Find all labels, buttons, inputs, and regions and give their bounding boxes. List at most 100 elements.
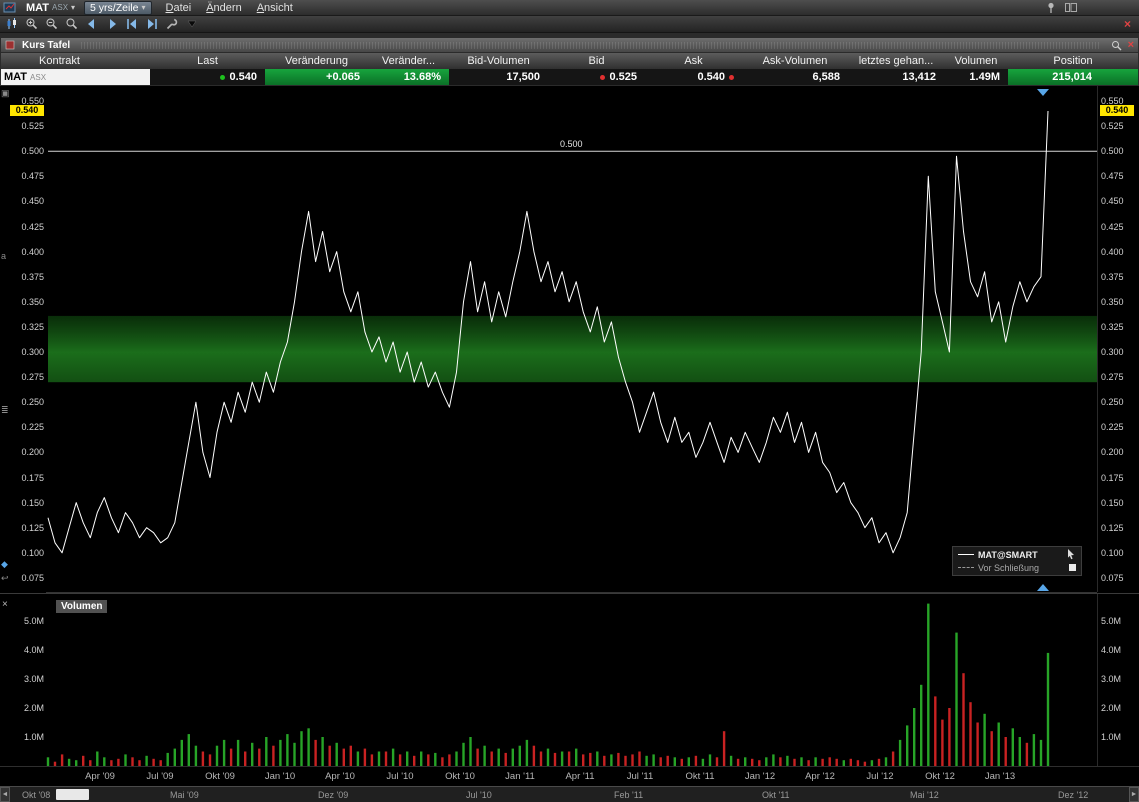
time-axis-label: Jul '11	[627, 771, 653, 782]
text-tool-icon[interactable]: a	[1, 251, 6, 261]
price-axis-tick: 0.275	[10, 372, 44, 382]
cursor-icon	[1067, 549, 1076, 560]
page-start-icon[interactable]	[123, 17, 140, 32]
panel-header[interactable]: Kurs Tafel ×	[1, 38, 1138, 52]
symbol-dropdown[interactable]: MAT ASX ▾	[21, 1, 80, 15]
panel-close-icon[interactable]: ×	[1128, 39, 1134, 51]
volume-axis-tick: 5.0M	[1101, 616, 1135, 626]
column-header-volumen[interactable]: Volumen	[944, 53, 1008, 69]
scrollbar-time-label: Okt '08	[22, 790, 50, 800]
legend-series-prev-close[interactable]: Vor Schließung	[958, 562, 1076, 573]
time-axis-label: Jul '10	[386, 771, 413, 782]
time-axis-label: Jan '10	[265, 771, 295, 782]
time-axis-label: Apr '12	[805, 771, 835, 782]
price-axis-tick: 0.400	[1101, 247, 1135, 257]
price-axis-tick: 0.225	[10, 422, 44, 432]
close-volume-icon[interactable]: ×	[2, 599, 8, 610]
last-price-tag-right: 0.540	[1100, 105, 1134, 116]
search-icon[interactable]	[63, 17, 80, 32]
menu-item-ansicht[interactable]: Ansicht	[257, 2, 293, 14]
price-axis-tick: 0.425	[1101, 222, 1135, 232]
panel-search-icon[interactable]	[1111, 40, 1123, 51]
scrollbar-time-label: Mai '12	[910, 790, 939, 800]
volume-axis-tick: 4.0M	[1101, 645, 1135, 655]
menu-bar: MAT ASX ▾ 5 yrs/Zeile ▾ Datei Ändern Ansic…	[0, 0, 1139, 16]
dashed-line-sample-icon	[958, 567, 974, 568]
scrollbar-time-label: Dez '09	[318, 790, 348, 800]
close-icon[interactable]: ×	[1124, 17, 1136, 32]
time-scrollbar[interactable]: ◄ ► Okt '08Mai '09Dez '09Jul '10Feb '11O…	[0, 786, 1139, 802]
scrollbar-time-label: Jul '10	[466, 790, 492, 800]
contract-cell[interactable]: MAT ASX	[1, 69, 150, 85]
scroll-left-icon[interactable]: ◄	[0, 787, 10, 802]
quote-table-header: KontraktLastVeränderungVeränder...Bid-Vo…	[1, 53, 1138, 69]
link-tool-icon[interactable]: ◆	[1, 559, 8, 569]
pan-left-icon[interactable]	[83, 17, 100, 32]
menu-item-datei[interactable]: Datei	[166, 2, 192, 14]
menu-item-ndern[interactable]: Ändern	[206, 2, 241, 14]
layout-icon[interactable]	[1064, 1, 1078, 14]
time-axis-label: Apr '10	[325, 771, 355, 782]
column-header-ver-nderung[interactable]: Veränderung	[265, 53, 368, 69]
volume-plot[interactable]	[0, 594, 1139, 767]
chart-toolbar: ×	[0, 16, 1139, 33]
volume-axis-tick: 2.0M	[1101, 703, 1135, 713]
panel-grip[interactable]	[81, 42, 1099, 49]
ask-volume-cell: 6,588	[742, 69, 848, 85]
column-header-letztes-gehan-[interactable]: letztes gehan...	[848, 53, 944, 69]
time-axis-label: Jan '12	[745, 771, 775, 782]
price-axis-tick: 0.500	[1101, 146, 1135, 156]
chart-type-icon[interactable]	[3, 17, 20, 32]
settings-wrench-icon[interactable]	[163, 17, 180, 32]
price-axis-tick: 0.475	[10, 171, 44, 181]
volume-axis-tick: 5.0M	[10, 616, 44, 626]
scroll-right-icon[interactable]: ►	[1129, 787, 1139, 802]
frame-tool-icon[interactable]: ▣	[1, 88, 10, 98]
column-header-ver-nder-[interactable]: Veränder...	[368, 53, 449, 69]
column-header-bid[interactable]: Bid	[548, 53, 645, 69]
price-axis-tick: 0.150	[10, 498, 44, 508]
price-axis-tick: 0.300	[10, 347, 44, 357]
scrollbar-time-label: Dez '12	[1058, 790, 1088, 800]
column-header-ask-volumen[interactable]: Ask-Volumen	[742, 53, 848, 69]
zoom-in-icon[interactable]	[23, 17, 40, 32]
price-axis-tick: 0.100	[1101, 548, 1135, 558]
time-axis-label: Okt '10	[445, 771, 475, 782]
column-header-bid-volumen[interactable]: Bid-Volumen	[449, 53, 548, 69]
quote-row[interactable]: MAT ASX 0.540 +0.065 13.68% 17,500 0.525…	[1, 69, 1138, 85]
price-plot[interactable]: 0.500	[0, 86, 1139, 593]
undo-tool-icon[interactable]: ↩	[1, 573, 9, 583]
list-tool-icon[interactable]: ≣	[1, 405, 9, 415]
overlay-caret-icon[interactable]	[183, 17, 200, 32]
price-axis-tick: 0.450	[1101, 196, 1135, 206]
pin-icon[interactable]	[1044, 1, 1058, 14]
price-axis-tick: 0.475	[1101, 171, 1135, 181]
column-header-ask[interactable]: Ask	[645, 53, 742, 69]
page-end-icon[interactable]	[143, 17, 160, 32]
line-sample-icon	[958, 554, 974, 555]
scrollbar-thumb[interactable]	[56, 789, 89, 800]
last-traded-cell: 13,412	[848, 69, 944, 85]
pan-right-icon[interactable]	[103, 17, 120, 32]
volume-pane-label: Volumen	[56, 600, 107, 613]
window-controls	[1044, 1, 1136, 14]
last-price-tag-left: 0.540	[10, 105, 44, 116]
trading-window: MAT ASX ▾ 5 yrs/Zeile ▾ Datei Ändern Ansic…	[0, 0, 1139, 802]
downtick-dot-icon	[600, 75, 605, 80]
column-header-last[interactable]: Last	[150, 53, 265, 69]
event-marker-bottom-icon	[1037, 584, 1049, 591]
volume-cell: 1.49M	[944, 69, 1008, 85]
price-axis-tick: 0.225	[1101, 422, 1135, 432]
checkbox-icon[interactable]	[1069, 564, 1076, 571]
time-axis-label: Jul '12	[866, 771, 893, 782]
timeframe-dropdown[interactable]: 5 yrs/Zeile ▾	[84, 1, 151, 15]
column-header-position[interactable]: Position	[1008, 53, 1138, 69]
zoom-out-icon[interactable]	[43, 17, 60, 32]
price-axis-tick: 0.450	[10, 196, 44, 206]
price-axis-tick: 0.525	[1101, 121, 1135, 131]
column-header-kontrakt[interactable]: Kontrakt	[1, 53, 150, 69]
price-axis-tick: 0.350	[1101, 297, 1135, 307]
scrollbar-time-label: Feb '11	[614, 790, 643, 800]
menu-items: Datei Ändern Ansicht	[166, 2, 293, 14]
legend-series-main[interactable]: MAT@SMART	[958, 549, 1076, 560]
